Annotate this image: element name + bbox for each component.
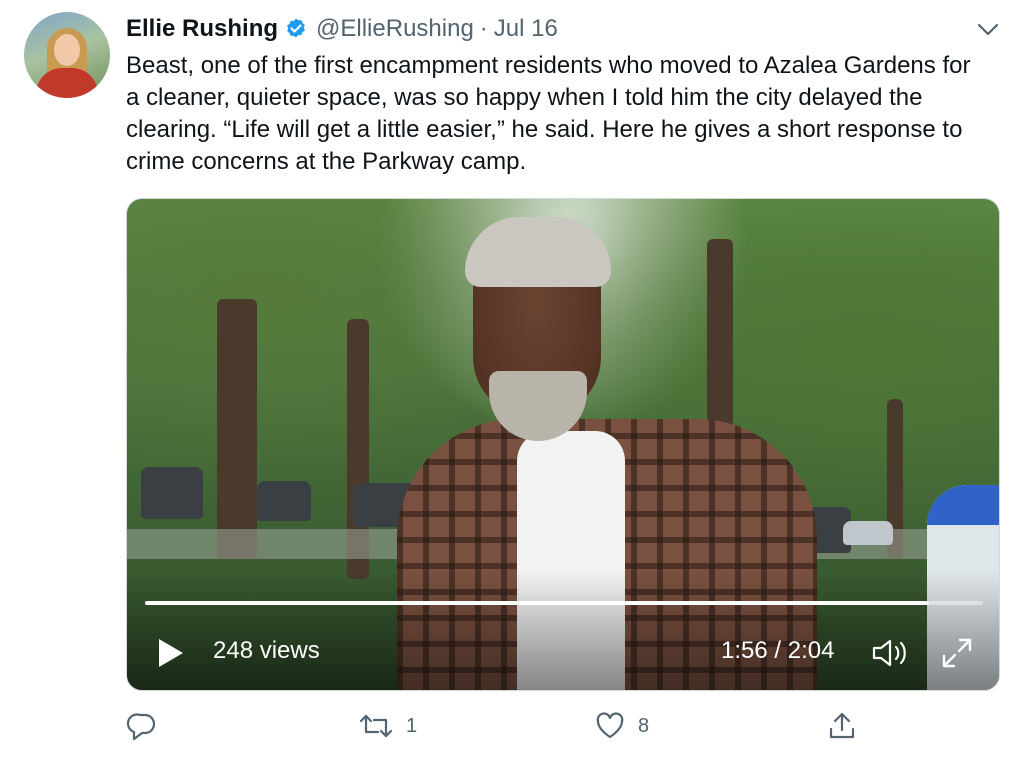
separator-dot: · bbox=[479, 15, 488, 42]
parked-car bbox=[141, 467, 203, 519]
person-hair bbox=[465, 217, 611, 287]
play-button[interactable] bbox=[151, 633, 191, 673]
reply-button[interactable] bbox=[126, 706, 170, 746]
like-button[interactable]: 8 bbox=[594, 706, 649, 746]
video-controls-shade bbox=[127, 570, 999, 690]
share-icon bbox=[829, 712, 855, 739]
reply-icon bbox=[126, 713, 156, 741]
retweet-count: 1 bbox=[406, 714, 418, 737]
retweet-button[interactable]: 1 bbox=[358, 706, 417, 746]
retweet-icon bbox=[359, 714, 393, 738]
like-count: 8 bbox=[638, 714, 650, 737]
fullscreen-icon bbox=[942, 638, 972, 668]
tent-top bbox=[927, 485, 999, 525]
video-time: 1:56 / 2:04 bbox=[721, 637, 835, 664]
tweet-text: Beast, one of the first encampment resid… bbox=[126, 52, 971, 175]
heart-icon bbox=[596, 712, 624, 739]
volume-icon bbox=[872, 639, 906, 667]
video-player[interactable]: 248 views 1:56 / 2:04 bbox=[126, 198, 1000, 691]
volume-button[interactable] bbox=[869, 635, 913, 671]
video-progress-fill bbox=[145, 601, 929, 605]
view-count: 248 views bbox=[213, 637, 320, 664]
tweet-actions: 1 8 bbox=[126, 706, 866, 746]
avatar-face bbox=[54, 34, 80, 66]
fullscreen-button[interactable] bbox=[937, 633, 977, 673]
share-button[interactable] bbox=[826, 706, 858, 746]
video-progress-bar[interactable] bbox=[145, 601, 983, 605]
avatar[interactable] bbox=[24, 12, 110, 98]
play-icon bbox=[159, 639, 183, 667]
tweet-date[interactable]: Jul 16 bbox=[494, 15, 558, 43]
chevron-down-icon[interactable] bbox=[972, 16, 1004, 44]
parked-car bbox=[257, 481, 311, 521]
parked-car bbox=[843, 521, 893, 545]
tree-trunk bbox=[217, 299, 257, 559]
display-name[interactable]: Ellie Rushing bbox=[126, 15, 278, 43]
avatar-shirt bbox=[36, 68, 98, 98]
tweet-header: Ellie Rushing @EllieRushing · Jul 16 bbox=[126, 12, 558, 46]
handle[interactable]: @EllieRushing bbox=[316, 15, 474, 43]
verified-badge-icon bbox=[284, 17, 308, 41]
